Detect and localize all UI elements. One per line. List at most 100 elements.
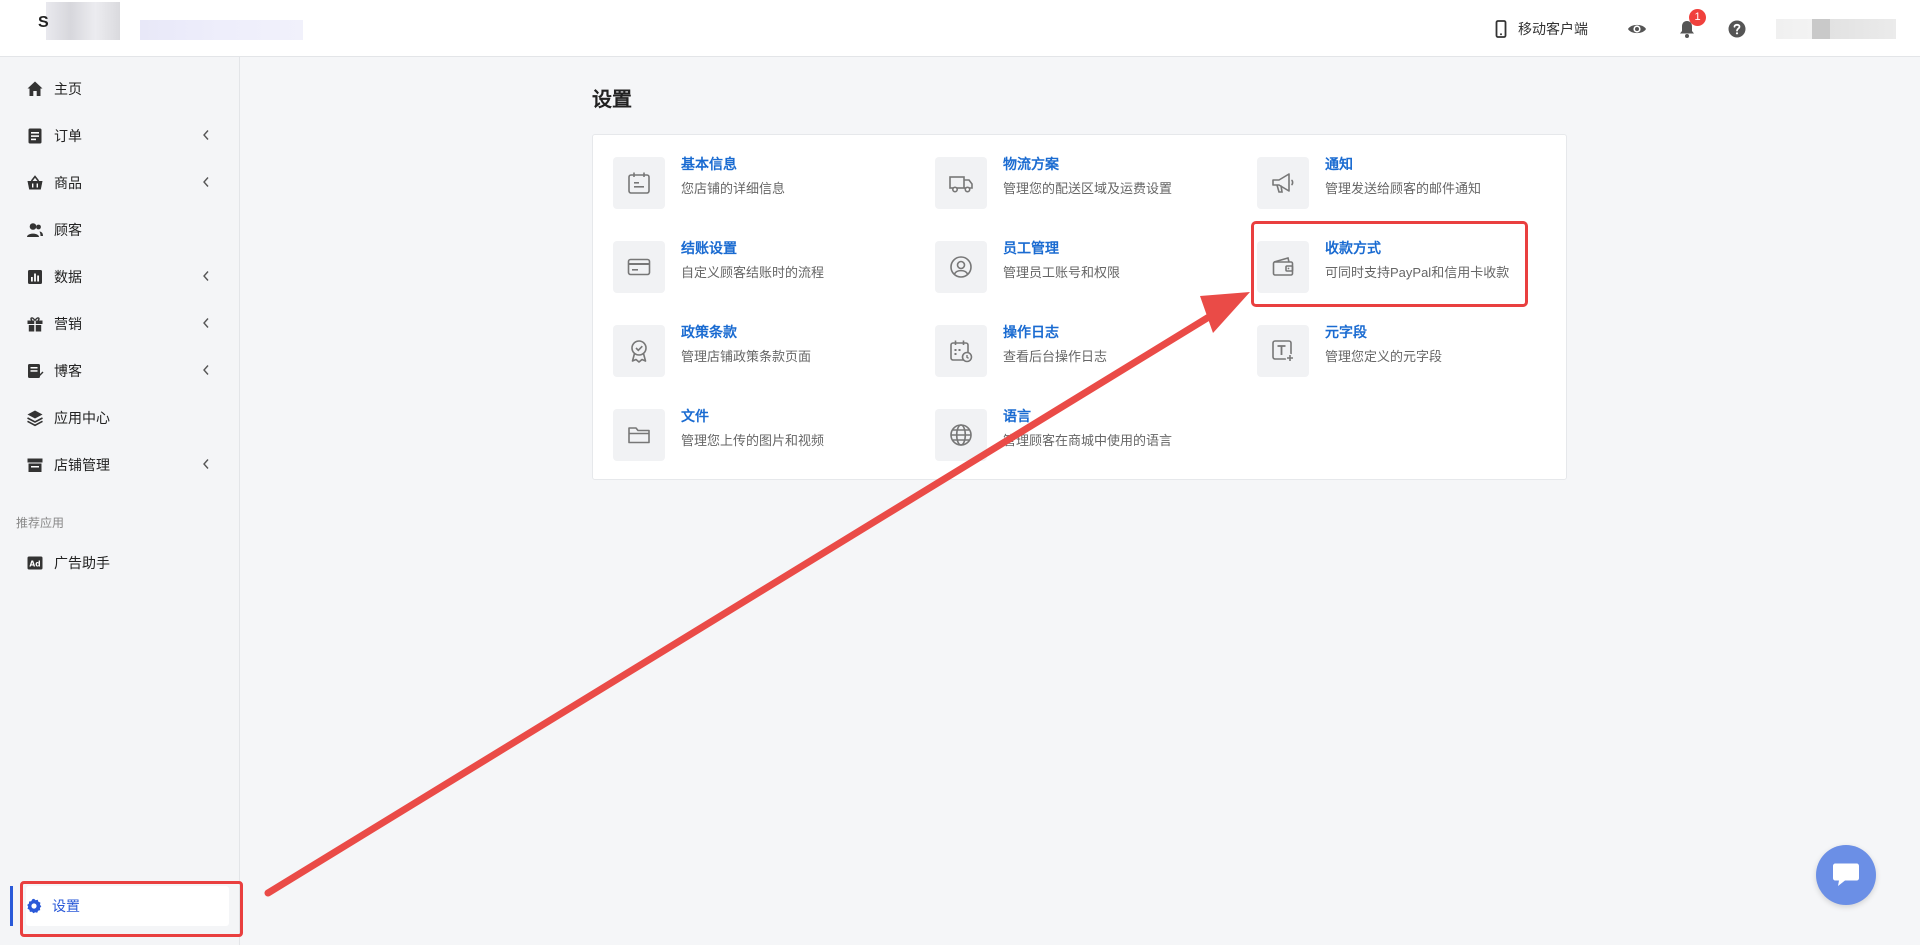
setting-desc: 管理发送给顾客的邮件通知 [1325, 181, 1482, 196]
sidebar-item-orders[interactable]: 订单 [0, 112, 239, 159]
setting-desc: 管理您上传的图片和视频 [681, 433, 825, 448]
setting-title: 基本信息 [681, 156, 737, 172]
sidebar-item-blog[interactable]: 博客 [0, 347, 239, 394]
credit-card-icon [627, 258, 651, 276]
blog-icon [28, 363, 44, 378]
sidebar-item-store-management[interactable]: 店铺管理 [0, 441, 239, 488]
setting-icon-box [1257, 157, 1309, 209]
layers-icon [27, 410, 43, 426]
preview-button[interactable] [1626, 18, 1648, 40]
store-name-blurred [140, 20, 303, 40]
setting-title: 元字段 [1325, 324, 1367, 340]
text-plus-icon [1272, 340, 1295, 363]
sidebar-item-label: 店铺管理 [54, 456, 110, 473]
setting-title: 物流方案 [1003, 156, 1059, 172]
setting-icon-box [935, 157, 987, 209]
globe-icon [950, 424, 972, 446]
setting-basic-info[interactable]: 基本信息 您店铺的详细信息 [613, 152, 913, 212]
setting-icon-box [613, 241, 665, 293]
setting-shipping[interactable]: 物流方案 管理您的配送区域及运费设置 [935, 152, 1235, 212]
calendar-icon [628, 172, 650, 194]
notification-badge: 1 [1689, 8, 1706, 26]
sidebar-item-label: 商品 [54, 174, 82, 191]
setting-title: 操作日志 [1003, 324, 1059, 340]
logo-blurred [46, 2, 120, 40]
sidebar-item-products[interactable]: 商品 [0, 159, 239, 206]
log-calendar-icon [950, 340, 973, 363]
chat-bubble-icon [1833, 863, 1859, 886]
sidebar-item-label: 订单 [54, 127, 82, 144]
mobile-client-link[interactable]: 移动客户端 [1492, 19, 1588, 39]
chart-icon [28, 269, 42, 284]
notifications-button[interactable]: 1 [1676, 8, 1706, 40]
badge-check-icon [631, 340, 647, 363]
help-button[interactable] [1726, 18, 1748, 40]
setting-desc: 管理您的配送区域及运费设置 [1003, 181, 1173, 196]
setting-title: 通知 [1325, 156, 1353, 172]
page-title: 设置 [592, 89, 632, 111]
folder-icon [628, 427, 650, 444]
setting-staff[interactable]: 员工管理 管理员工账号和权限 [935, 236, 1235, 296]
mobile-icon [1495, 19, 1507, 38]
sidebar-item-label: 主页 [54, 80, 82, 97]
setting-desc: 管理顾客在商城中使用的语言 [1003, 433, 1173, 448]
sidebar-item-customers[interactable]: 顾客 [0, 206, 239, 253]
orders-icon [28, 128, 42, 143]
sidebar-item-app-center[interactable]: 应用中心 [0, 394, 239, 441]
setting-title: 语言 [1003, 408, 1031, 424]
sidebar-item-marketing[interactable]: 营销 [0, 300, 239, 347]
chevron-left-icon [203, 130, 209, 140]
home-icon [27, 81, 43, 96]
top-right-actions: 移动客户端 1 [1492, 0, 1920, 57]
sidebar-item-analytics[interactable]: 数据 [0, 253, 239, 300]
setting-desc: 管理员工账号和权限 [1003, 265, 1121, 280]
store-icon [27, 458, 43, 472]
settings-active-bar [10, 886, 13, 926]
setting-title: 结账设置 [681, 240, 737, 256]
setting-desc: 查看后台操作日志 [1003, 349, 1108, 364]
sidebar-item-label: 应用中心 [54, 409, 110, 426]
settings-card: 基本信息 您店铺的详细信息 物流方案 管理您的配送区域及运费设置 通知 管理发送… [592, 134, 1567, 480]
ad-icon: Ad [27, 556, 43, 569]
chevron-left-icon [203, 459, 209, 469]
chevron-left-icon [203, 271, 209, 281]
sidebar-item-ad-assistant[interactable]: Ad 广告助手 [0, 539, 239, 586]
sidebar-item-label: 广告助手 [54, 554, 110, 571]
setting-desc: 管理您定义的元字段 [1325, 349, 1443, 364]
sidebar-item-label: 顾客 [54, 221, 82, 238]
basket-icon [27, 174, 43, 189]
logo[interactable]: S [38, 14, 49, 32]
sidebar-item-label: 博客 [54, 362, 82, 379]
recommended-apps-heading: 推荐应用 [16, 516, 65, 530]
gift-icon [27, 316, 43, 331]
setting-languages[interactable]: 语言 管理顾客在商城中使用的语言 [935, 404, 1235, 464]
chevron-left-icon [203, 365, 209, 375]
setting-desc: 管理店铺政策条款页面 [681, 349, 812, 364]
account-menu-blurred[interactable] [1776, 18, 1896, 39]
setting-notifications[interactable]: 通知 管理发送给顾客的邮件通知 [1257, 152, 1557, 212]
sidebar-item-label: 营销 [54, 315, 82, 332]
users-icon [27, 222, 43, 237]
sidebar-item-label: 数据 [54, 268, 82, 285]
setting-metafields[interactable]: 元字段 管理您定义的元字段 [1257, 320, 1557, 380]
setting-icon-box [613, 409, 665, 461]
setting-title: 文件 [681, 408, 709, 424]
setting-files[interactable]: 文件 管理您上传的图片和视频 [613, 404, 913, 464]
user-circle-icon [950, 256, 972, 278]
chevron-left-icon [203, 177, 209, 187]
sidebar: 主页 订单 商品 顾客 数据 营销 博客 应用中心 店铺管理 推荐应用 Ad 广… [0, 57, 240, 945]
chat-button[interactable] [1816, 845, 1876, 905]
setting-title: 员工管理 [1003, 240, 1059, 256]
setting-icon-box [935, 241, 987, 293]
help-icon [1728, 20, 1746, 37]
setting-activity-log[interactable]: 操作日志 查看后台操作日志 [935, 320, 1235, 380]
svg-text:Ad: Ad [29, 559, 40, 568]
setting-policies[interactable]: 政策条款 管理店铺政策条款页面 [613, 320, 913, 380]
sidebar-item-home[interactable]: 主页 [0, 65, 239, 112]
setting-icon-box [613, 325, 665, 377]
annotation-highlight-payment [1251, 221, 1528, 307]
setting-checkout[interactable]: 结账设置 自定义顾客结账时的流程 [613, 236, 913, 296]
setting-icon-box [613, 157, 665, 209]
setting-icon-box [1257, 325, 1309, 377]
truck-icon [949, 176, 973, 193]
